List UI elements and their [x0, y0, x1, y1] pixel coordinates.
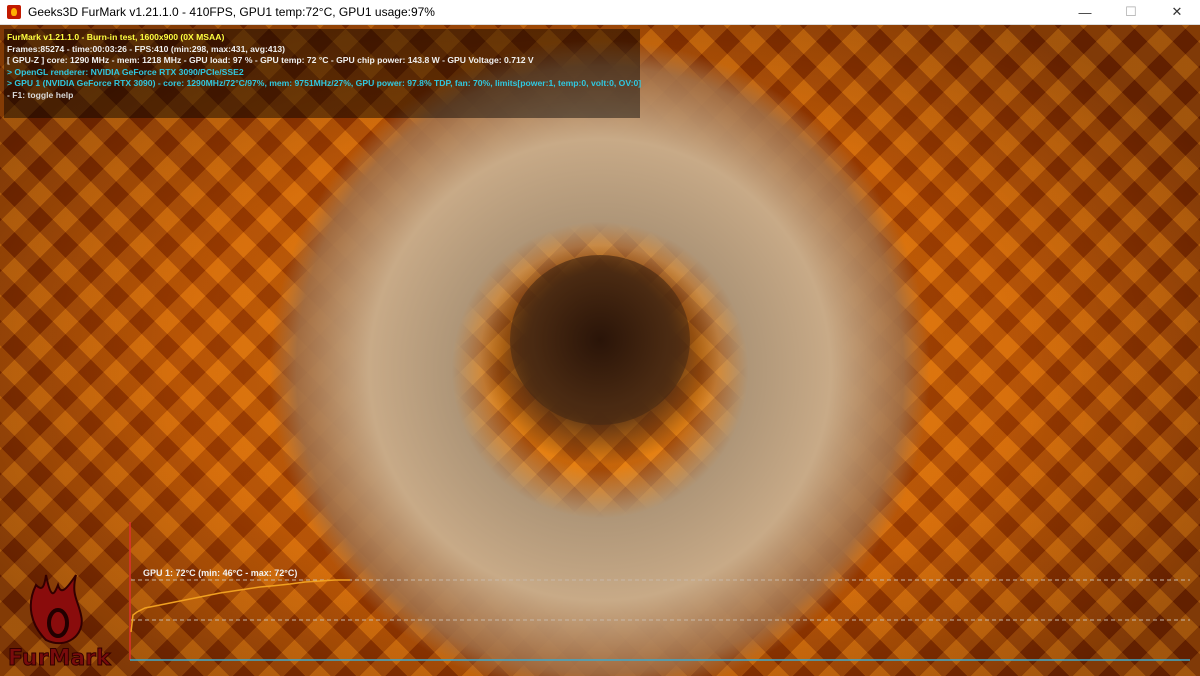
temperature-line — [130, 579, 350, 633]
furmark-app-icon — [7, 5, 21, 19]
graph-label: GPU 1: 72°C (min: 46°C - max: 72°C) — [143, 568, 298, 578]
temperature-graph — [129, 522, 1190, 661]
window-title: Geeks3D FurMark v1.21.1.0 - 410FPS, GPU1… — [28, 5, 435, 19]
close-button[interactable]: ✕ — [1154, 0, 1200, 24]
title-bar: Geeks3D FurMark v1.21.1.0 - 410FPS, GPU1… — [0, 0, 1200, 25]
render-viewport: FurMark v1.21.1.0 - Burn-in test, 1600x9… — [0, 25, 1200, 676]
minimize-button[interactable]: — — [1062, 0, 1108, 24]
maximize-button[interactable]: ☐ — [1108, 0, 1154, 24]
